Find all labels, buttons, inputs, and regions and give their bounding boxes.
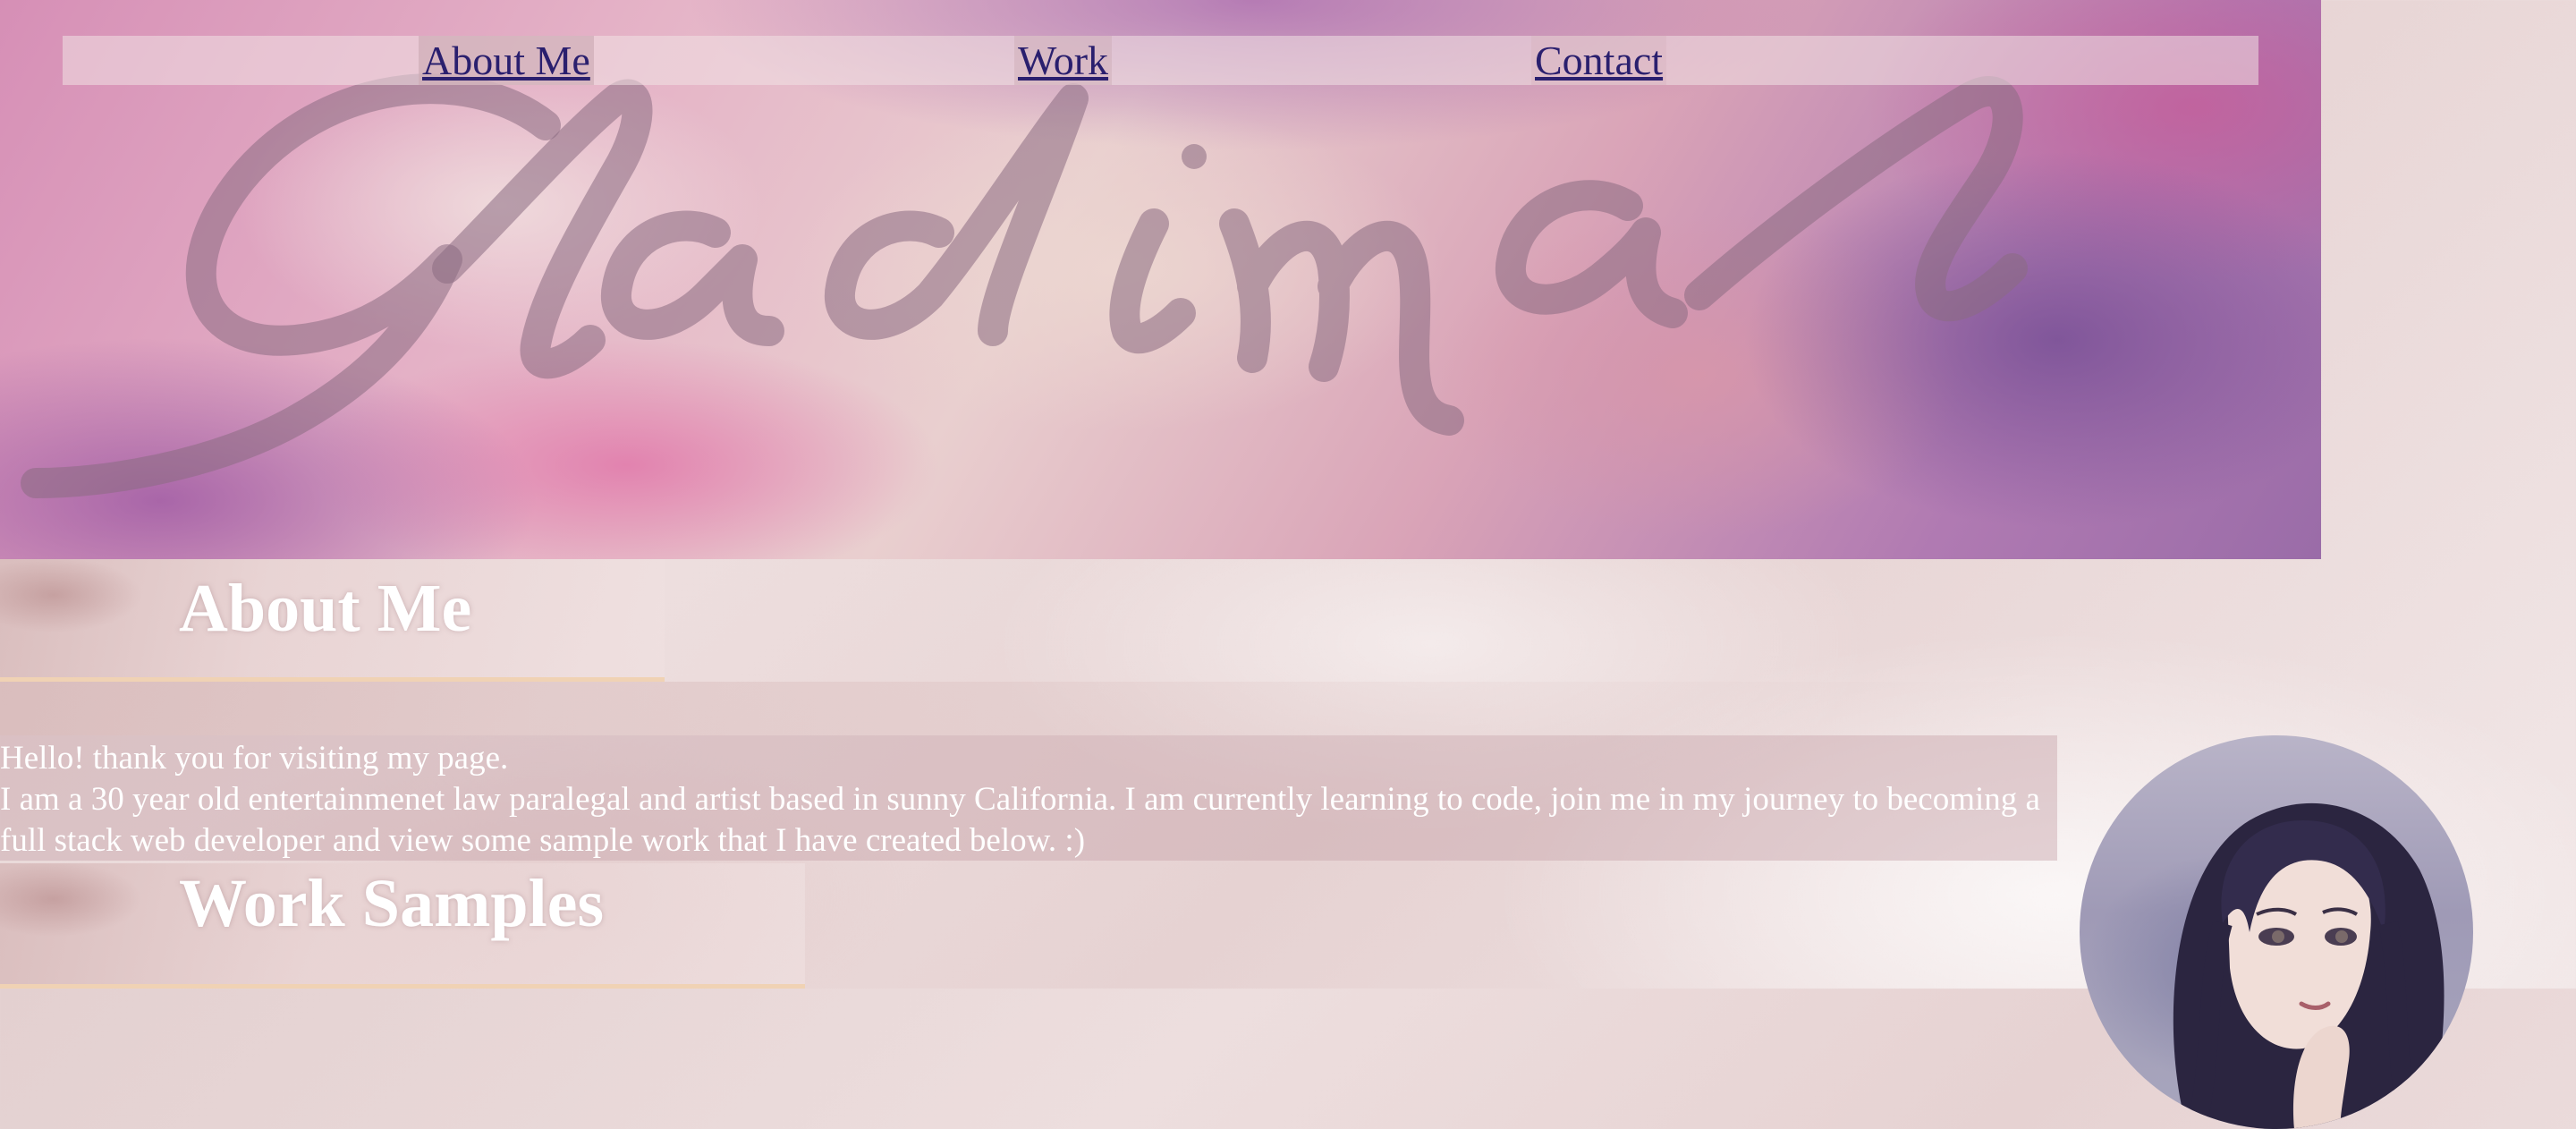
about-bio: I am a 30 year old entertainmenet law pa… bbox=[0, 781, 2040, 859]
nav-link-contact[interactable]: Contact bbox=[1531, 36, 1667, 85]
about-intro: Hello! thank you for visiting my page. I… bbox=[0, 735, 2057, 861]
nav-link-work[interactable]: Work bbox=[1014, 36, 1113, 85]
header-banner: About Me Work Contact bbox=[0, 0, 2321, 559]
nav-bar-background bbox=[63, 36, 2258, 85]
work-heading: Work Samples bbox=[179, 866, 605, 941]
work-heading-banner: Work Samples bbox=[0, 863, 805, 989]
about-greeting: Hello! thank you for visiting my page. bbox=[0, 740, 509, 777]
portrait-illustration bbox=[2173, 802, 2445, 1129]
profile-portrait bbox=[2080, 735, 2473, 1129]
about-heading-banner: About Me bbox=[0, 559, 665, 682]
about-heading: About Me bbox=[179, 571, 472, 646]
about-divider-shade bbox=[0, 682, 2576, 735]
nav-link-about-me[interactable]: About Me bbox=[419, 36, 594, 85]
